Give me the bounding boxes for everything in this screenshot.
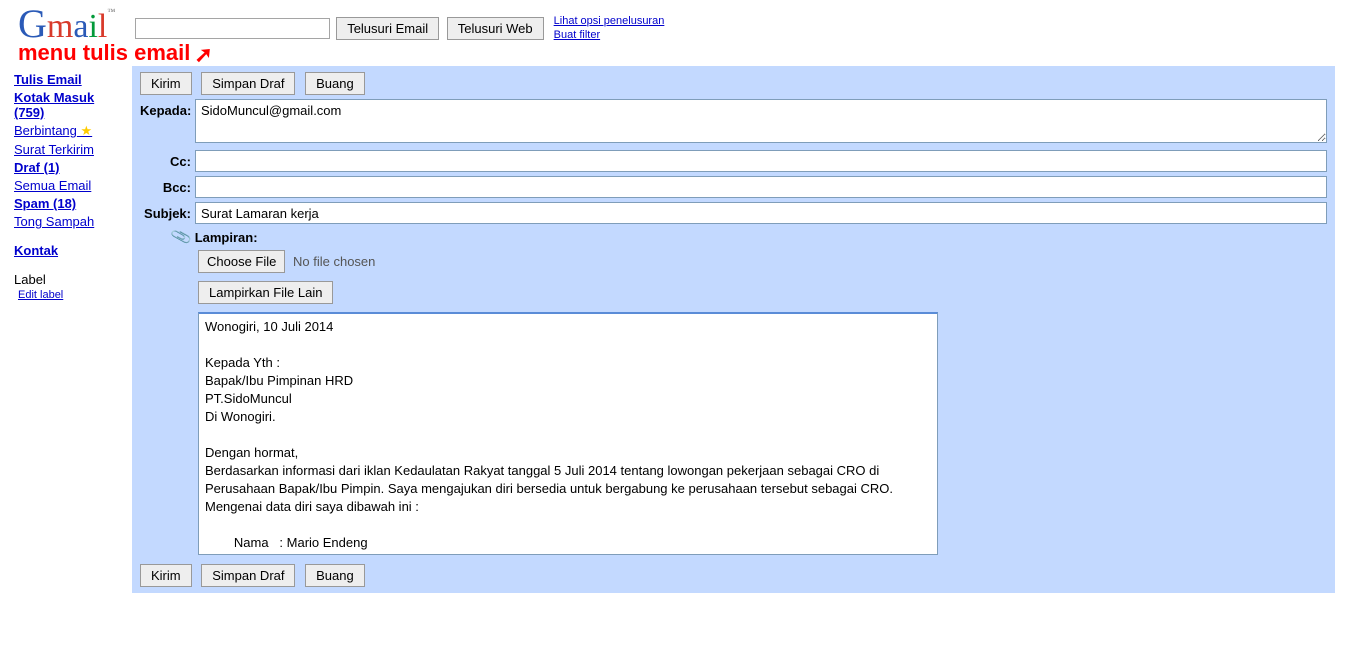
message-body[interactable] (198, 312, 938, 555)
bcc-field[interactable] (195, 176, 1327, 198)
gmail-logo: Gmail™ (18, 4, 115, 44)
drafts-link[interactable]: Draf (1) (14, 160, 124, 175)
contacts-link[interactable]: Kontak (14, 243, 124, 258)
no-file-text: No file chosen (293, 254, 375, 269)
cc-field[interactable] (195, 150, 1327, 172)
attachment-label: Lampiran: (195, 230, 258, 245)
to-field[interactable] (195, 99, 1327, 143)
starred-link[interactable]: Berbintang ★ (14, 123, 124, 139)
paperclip-icon: 📎 (169, 225, 193, 248)
to-label: Kepada: (140, 99, 195, 118)
save-draft-button-bottom[interactable]: Simpan Draf (201, 564, 295, 587)
inbox-link[interactable]: Kotak Masuk (759) (14, 90, 124, 120)
save-draft-button-top[interactable]: Simpan Draf (201, 72, 295, 95)
send-button-bottom[interactable]: Kirim (140, 564, 192, 587)
all-mail-link[interactable]: Semua Email (14, 178, 124, 193)
compose-panel: Kirim Simpan Draf Buang Kepada: Cc: Bcc: (132, 66, 1335, 593)
bcc-label: Bcc: (140, 176, 195, 195)
sent-link[interactable]: Surat Terkirim (14, 142, 124, 157)
attach-more-button[interactable]: Lampirkan File Lain (198, 281, 333, 304)
labels-header: Label (14, 272, 124, 287)
sidebar: Tulis Email Kotak Masuk (759) Berbintang… (0, 66, 132, 593)
trash-link[interactable]: Tong Sampah (14, 214, 124, 229)
search-input[interactable] (135, 18, 330, 39)
search-email-button[interactable]: Telusuri Email (336, 17, 439, 40)
discard-button-bottom[interactable]: Buang (305, 564, 365, 587)
send-button-top[interactable]: Kirim (140, 72, 192, 95)
search-options-link[interactable]: Lihat opsi penelusuran (554, 14, 665, 28)
edit-label-link[interactable]: Edit label (18, 289, 124, 301)
subject-field[interactable] (195, 202, 1327, 224)
discard-button-top[interactable]: Buang (305, 72, 365, 95)
choose-file-button[interactable]: Choose File (198, 250, 285, 273)
cc-label: Cc: (140, 150, 195, 169)
star-icon: ★ (81, 123, 93, 138)
annotation-label: menu tulis email➚ (18, 40, 1335, 66)
subject-label: Subjek: (140, 202, 195, 221)
search-web-button[interactable]: Telusuri Web (447, 17, 544, 40)
spam-link[interactable]: Spam (18) (14, 196, 124, 211)
arrow-icon: ➚ (194, 42, 212, 68)
compose-link[interactable]: Tulis Email (14, 72, 124, 87)
create-filter-link[interactable]: Buat filter (554, 28, 665, 42)
